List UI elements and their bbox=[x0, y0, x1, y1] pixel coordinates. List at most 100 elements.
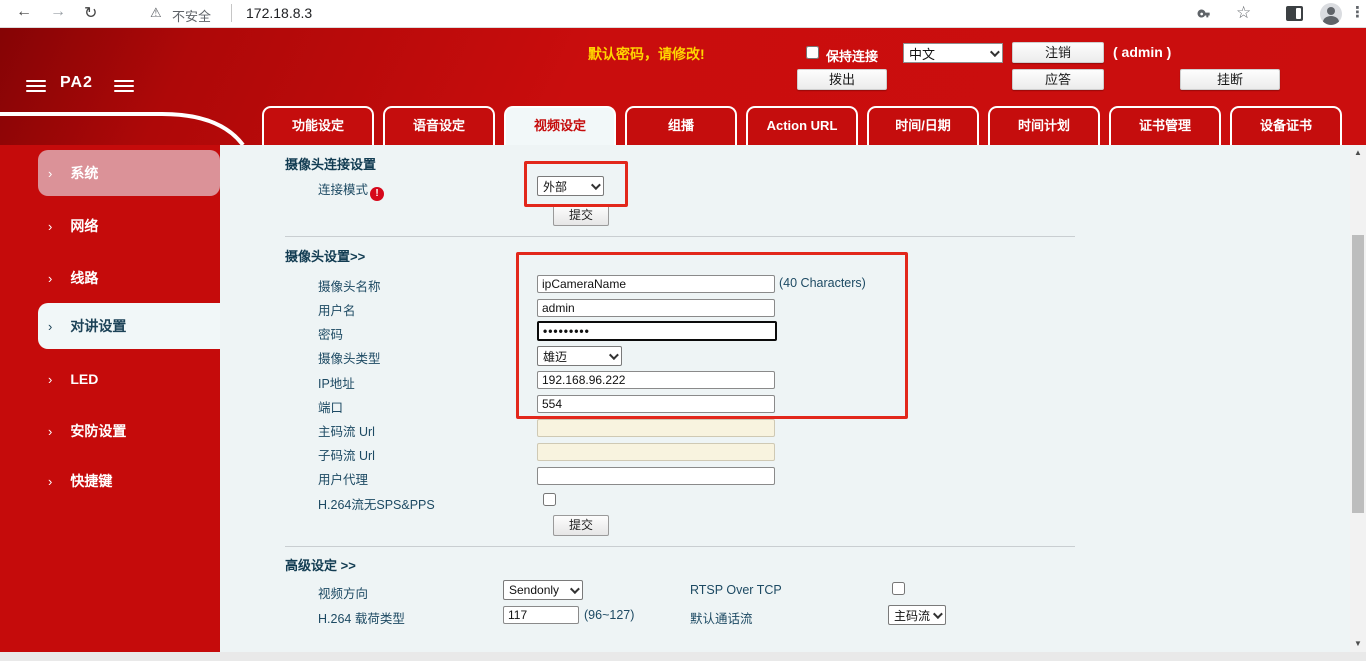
tab-time-plan[interactable]: 时间计划 bbox=[988, 106, 1100, 145]
main-stream-url-label: 主码流 Url bbox=[318, 425, 375, 439]
h264-payload-type-label: H.264 载荷类型 bbox=[318, 612, 405, 626]
chevron-right-icon: › bbox=[48, 318, 53, 334]
h264-payload-type-input[interactable] bbox=[503, 606, 579, 624]
sidebar-item-label: 对讲设置 bbox=[70, 318, 127, 334]
sidebar-item-label: 网络 bbox=[70, 218, 99, 234]
section-divider bbox=[285, 236, 1075, 237]
hangup-button[interactable]: 挂断 bbox=[1180, 69, 1280, 90]
username-input[interactable] bbox=[537, 299, 775, 317]
chevron-down-icon bbox=[590, 179, 601, 190]
sidebar-item-led[interactable]: › LED bbox=[38, 356, 220, 402]
password-key-icon[interactable] bbox=[1196, 6, 1214, 22]
profile-avatar-icon[interactable] bbox=[1320, 3, 1342, 25]
language-select[interactable]: 中文 bbox=[903, 43, 1003, 63]
sidebar-item-intercom-settings[interactable]: › 对讲设置 bbox=[38, 303, 220, 349]
camera-name-label: 摄像头名称 bbox=[318, 280, 381, 294]
sidebar-item-line[interactable]: › 线路 bbox=[38, 255, 220, 301]
bookmark-star-icon[interactable]: ☆ bbox=[1236, 3, 1251, 23]
address-url[interactable]: 172.18.8.3 bbox=[246, 5, 312, 21]
password-label: 密码 bbox=[318, 328, 344, 342]
video-direction-select[interactable]: Sendonly bbox=[503, 580, 583, 600]
logout-button[interactable]: 注销 bbox=[1012, 42, 1104, 63]
main-stream-url-input bbox=[537, 419, 775, 437]
ip-address-label: IP地址 bbox=[318, 377, 355, 391]
sidebar-item-label: 系统 bbox=[70, 165, 99, 181]
port-label: 端口 bbox=[318, 401, 344, 415]
dial-out-button[interactable]: 拨出 bbox=[797, 69, 887, 90]
sub-stream-url-label: 子码流 Url bbox=[318, 449, 375, 463]
h264-no-sps-pps-label: H.264流无SPS&PPS bbox=[318, 498, 435, 512]
chevron-right-icon: › bbox=[48, 270, 53, 286]
rtsp-over-tcp-checkbox[interactable] bbox=[892, 582, 905, 595]
sidebar-item-label: LED bbox=[70, 371, 99, 387]
default-call-stream-select[interactable]: 主码流 bbox=[888, 605, 946, 625]
tab-function-settings[interactable]: 功能设定 bbox=[262, 106, 374, 145]
sidebar-item-system[interactable]: › 系统 bbox=[38, 150, 220, 196]
section-divider bbox=[285, 546, 1075, 547]
not-secure-label[interactable]: 不安全 bbox=[172, 6, 211, 25]
connection-submit-button[interactable]: 提交 bbox=[553, 205, 609, 226]
camera-type-value: 雄迈 bbox=[543, 349, 568, 364]
browser-menu-icon[interactable]: ⋮ bbox=[1350, 3, 1365, 21]
sidebar-item-network[interactable]: › 网络 bbox=[38, 203, 220, 249]
scroll-down-icon[interactable]: ▼ bbox=[1350, 636, 1366, 652]
chevron-down-icon bbox=[569, 583, 580, 594]
tab-action-url[interactable]: Action URL bbox=[746, 106, 858, 145]
connection-mode-value: 外部 bbox=[543, 179, 568, 194]
sub-stream-url-input bbox=[537, 443, 775, 461]
h264-payload-type-hint: (96~127) bbox=[584, 608, 635, 622]
answer-button[interactable]: 应答 bbox=[1012, 69, 1104, 90]
camera-connection-title: 摄像头连接设置 bbox=[285, 157, 377, 172]
camera-type-select[interactable]: 雄迈 bbox=[537, 346, 622, 366]
address-divider bbox=[231, 4, 232, 22]
camera-name-hint: (40 Characters) bbox=[779, 276, 866, 290]
chevron-right-icon: › bbox=[48, 473, 53, 489]
reload-icon[interactable]: ↻ bbox=[84, 3, 97, 23]
chevron-down-icon bbox=[989, 46, 1000, 57]
chevron-right-icon: › bbox=[48, 165, 53, 181]
tab-device-cert[interactable]: 设备证书 bbox=[1230, 106, 1342, 145]
tab-bar: 功能设定 语音设定 视频设定 组播 Action URL 时间/日期 时间计划 … bbox=[262, 106, 1342, 145]
logged-in-user: ( admin ) bbox=[1113, 44, 1172, 60]
chevron-down-icon bbox=[932, 608, 943, 619]
not-secure-warning-icon[interactable]: ⚠ bbox=[150, 5, 162, 21]
vertical-scrollbar[interactable]: ▲ ▼ bbox=[1350, 145, 1366, 652]
forward-icon[interactable]: → bbox=[50, 3, 66, 21]
side-panel-icon[interactable] bbox=[1286, 6, 1303, 21]
app-window: ← → ↻ ⚠ 不安全 172.18.8.3 ☆ ⋮ PA2 默认密码，请修改!… bbox=[0, 0, 1366, 661]
hamburger-right-icon[interactable] bbox=[114, 80, 134, 92]
chevron-down-icon bbox=[608, 349, 619, 360]
scroll-up-icon[interactable]: ▲ bbox=[1350, 145, 1366, 161]
port-input[interactable] bbox=[537, 395, 775, 413]
default-call-stream-label: 默认通话流 bbox=[690, 612, 753, 626]
sidebar-item-security-settings[interactable]: › 安防设置 bbox=[38, 408, 220, 454]
tab-video-settings[interactable]: 视频设定 bbox=[504, 106, 616, 145]
connection-mode-label-text: 连接模式 bbox=[318, 183, 369, 197]
camera-name-input[interactable] bbox=[537, 275, 775, 293]
tab-time-date[interactable]: 时间/日期 bbox=[867, 106, 979, 145]
advanced-settings-title: 高级设定 >> bbox=[285, 558, 356, 573]
username-label: 用户名 bbox=[318, 304, 356, 318]
h264-no-sps-pps-checkbox[interactable] bbox=[543, 493, 556, 506]
keep-connected-checkbox[interactable] bbox=[806, 46, 819, 59]
default-password-warning: 默认密码，请修改! bbox=[588, 46, 705, 62]
chevron-right-icon: › bbox=[48, 371, 53, 387]
tab-cert-manage[interactable]: 证书管理 bbox=[1109, 106, 1221, 145]
back-icon[interactable]: ← bbox=[16, 3, 32, 21]
chevron-right-icon: › bbox=[48, 218, 53, 234]
user-agent-input[interactable] bbox=[537, 467, 775, 485]
hamburger-left-icon[interactable] bbox=[26, 80, 46, 92]
user-agent-label: 用户代理 bbox=[318, 473, 369, 487]
password-input[interactable] bbox=[537, 321, 777, 341]
sidebar-item-label: 安防设置 bbox=[70, 423, 127, 439]
ip-address-input[interactable] bbox=[537, 371, 775, 389]
tab-multicast[interactable]: 组播 bbox=[625, 106, 737, 145]
connection-mode-select[interactable]: 外部 bbox=[537, 176, 604, 196]
tab-audio-settings[interactable]: 语音设定 bbox=[383, 106, 495, 145]
camera-settings-submit-button[interactable]: 提交 bbox=[553, 515, 609, 536]
video-direction-value: Sendonly bbox=[509, 583, 560, 597]
sidebar-item-shortcut-keys[interactable]: › 快捷键 bbox=[38, 458, 220, 504]
camera-type-label: 摄像头类型 bbox=[318, 352, 381, 366]
app-header: PA2 默认密码，请修改! 保持连接 中文 注销 ( admin ) 拨出 应答… bbox=[0, 28, 1366, 145]
scrollbar-thumb[interactable] bbox=[1352, 235, 1364, 513]
